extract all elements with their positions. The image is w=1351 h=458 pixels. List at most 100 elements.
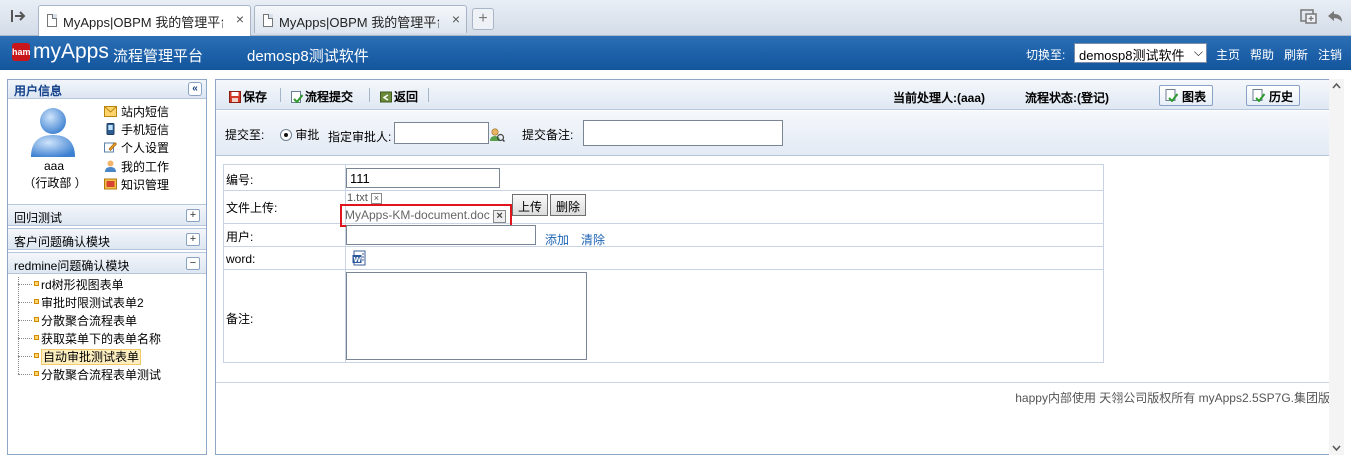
user-label: 用户: <box>226 230 254 244</box>
collapse-icon[interactable]: − <box>186 257 200 270</box>
approve-radio-option[interactable]: 审批 <box>280 126 319 143</box>
submit-to-label: 提交至: <box>225 128 265 142</box>
flow-status-text: 流程状态:(登记) <box>1025 91 1109 105</box>
approver-input[interactable] <box>394 122 489 144</box>
expand-icon[interactable]: + <box>186 233 200 246</box>
tree-item-label: 分散聚合流程表单 <box>41 314 138 328</box>
user-link-label: 知识管理 <box>121 178 170 192</box>
submit-flow-button[interactable]: 流程提交 <box>291 88 353 105</box>
clear-user-link[interactable]: 清除 <box>581 231 605 248</box>
form-node-icon <box>34 299 39 304</box>
toolbar-divider <box>280 88 281 102</box>
collapse-sidebar-button[interactable]: « <box>188 82 202 96</box>
submit-options-bar: 提交至: 审批 指定审批人: 提交备注: <box>216 111 1343 156</box>
module-redmine-issue-confirm[interactable]: redmine问题确认模块 − <box>8 252 206 274</box>
logo-icon: ham <box>12 43 31 61</box>
user-link-personal-settings[interactable]: 个人设置 <box>104 139 169 156</box>
main-content: 保存 流程提交 返回 当前处理人:(aaa) 流程状态:(登记) 图表 历史 提… <box>215 79 1344 455</box>
tree-item-rd-tree-view-form[interactable]: rd树形视图表单 <box>18 276 124 293</box>
new-tab-button[interactable]: + <box>472 8 494 30</box>
approve-radio[interactable] <box>280 129 292 141</box>
number-input[interactable] <box>346 168 500 188</box>
add-user-link[interactable]: 添加 <box>545 231 569 248</box>
chart-button[interactable]: 图表 <box>1159 85 1213 106</box>
browser-tab-1[interactable]: MyApps|OBPM 我的管理平台 × <box>38 5 251 36</box>
logo-text: myApps <box>33 40 109 63</box>
word-document-icon[interactable]: W <box>352 250 368 269</box>
form-row-user: 用户: 添加 清除 <box>224 224 1103 247</box>
document-icon <box>263 14 273 27</box>
form-node-icon <box>34 335 39 340</box>
form-node-icon <box>34 317 39 322</box>
remove-file-icon[interactable]: × <box>493 210 507 223</box>
module-label: 回归测试 <box>14 211 63 225</box>
main-scrollbar[interactable] <box>1329 79 1344 455</box>
tree-item-auto-approval-test-form[interactable]: 自动审批测试表单 <box>18 348 142 365</box>
remove-file-icon[interactable]: × <box>370 193 382 204</box>
save-label: 保存 <box>243 90 268 104</box>
tree-item-label: 分散聚合流程表单测试 <box>41 368 162 382</box>
tree-item-get-menu-form-names[interactable]: 获取菜单下的表单名称 <box>18 330 161 347</box>
save-icon <box>229 91 241 103</box>
form-row-word: word: W <box>224 247 1103 270</box>
footer-copyright: happy内部使用 天翎公司版权所有 myApps2.5SP7G.集团版 <box>1015 391 1330 405</box>
module-label: 客户问题确认模块 <box>14 235 111 249</box>
number-label: 编号: <box>226 173 254 187</box>
user-link-knowledge-management[interactable]: 知识管理 <box>104 176 169 193</box>
expand-icon[interactable]: + <box>186 209 200 222</box>
module-regression-test[interactable]: 回归测试 + <box>8 204 206 226</box>
delete-button[interactable]: 删除 <box>550 194 587 216</box>
browser-tab-2[interactable]: MyApps|OBPM 我的管理平台 × <box>254 5 467 33</box>
help-link[interactable]: 帮助 <box>1250 46 1274 63</box>
footer-divider <box>216 382 1343 383</box>
sidebar-toggle-icon[interactable] <box>10 8 26 27</box>
avatar <box>28 104 78 159</box>
approve-option-label: 审批 <box>295 128 320 142</box>
left-sidebar: 用户信息 « aaa （行政部 ） 站内短信 手机短信 个人设置 我的工作 知识… <box>7 79 207 455</box>
settings-edit-icon <box>104 141 117 153</box>
note-textarea[interactable] <box>346 272 587 360</box>
user-link-internal-messages[interactable]: 站内短信 <box>104 103 169 120</box>
switch-label: 切换至: <box>1026 48 1066 62</box>
chart-label: 图表 <box>1182 90 1207 104</box>
window-tile-icon[interactable] <box>1300 9 1318 28</box>
user-input[interactable] <box>346 225 536 245</box>
close-tab-icon[interactable]: × <box>452 11 460 27</box>
back-label: 返回 <box>394 90 419 104</box>
form-node-icon <box>34 353 39 358</box>
tree-item-approval-time-limit-form[interactable]: 审批时限测试表单2 <box>18 294 144 311</box>
document-icon <box>47 14 57 27</box>
module-customer-issue-confirm[interactable]: 客户问题确认模块 + <box>8 228 206 250</box>
tree-item-scatter-gather-form[interactable]: 分散聚合流程表单 <box>18 312 137 329</box>
logout-link[interactable]: 注销 <box>1318 46 1342 63</box>
upload-button[interactable]: 上传 <box>512 194 549 216</box>
form-row-number: 编号: <box>224 165 1103 191</box>
back-arrow-icon[interactable] <box>1326 9 1344 28</box>
user-info-title: 用户信息 <box>14 84 63 98</box>
tree-item-label: rd树形视图表单 <box>41 278 124 292</box>
submit-flow-icon <box>291 91 304 104</box>
tree-item-label: 获取菜单下的表单名称 <box>41 332 162 346</box>
refresh-link[interactable]: 刷新 <box>1284 46 1308 63</box>
form-table: 编号: 文件上传: 1.txt × MyApps-KM-document.doc… <box>223 164 1104 363</box>
tree-item-label: 自动审批测试表单 <box>41 349 142 365</box>
user-link-label: 我的工作 <box>121 160 170 174</box>
close-tab-icon[interactable]: × <box>236 11 244 27</box>
user-link-my-work[interactable]: 我的工作 <box>104 158 169 175</box>
save-button[interactable]: 保存 <box>229 88 267 105</box>
application-switch-select[interactable]: demosp8测试软件 ⌵ <box>1074 43 1207 63</box>
app-header: ham myApps 流程管理平台 demosp8测试软件 切换至: demos… <box>0 36 1351 70</box>
history-button[interactable]: 历史 <box>1246 85 1300 106</box>
tree-item-scatter-gather-form-test[interactable]: 分散聚合流程表单测试 <box>18 366 161 383</box>
select-approver-icon[interactable] <box>489 128 506 145</box>
submit-remark-input[interactable] <box>583 120 783 146</box>
back-button[interactable]: 返回 <box>380 88 418 105</box>
form-row-file-upload: 文件上传: 1.txt × MyApps-KM-document.doc × 上… <box>224 191 1103 227</box>
user-link-label: 个人设置 <box>121 141 170 155</box>
file-upload-label: 文件上传: <box>226 201 278 215</box>
home-link[interactable]: 主页 <box>1216 46 1240 63</box>
note-label: 备注: <box>226 312 254 326</box>
user-info-panel-header: 用户信息 « <box>8 80 206 99</box>
tab-title: MyApps|OBPM 我的管理平台 <box>63 15 223 30</box>
user-link-sms[interactable]: 手机短信 <box>104 121 169 138</box>
